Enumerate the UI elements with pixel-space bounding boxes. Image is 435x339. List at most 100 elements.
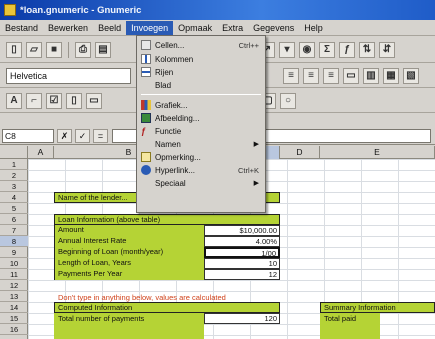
- menu-bestand[interactable]: Bestand: [0, 21, 43, 35]
- percent-format-icon[interactable]: ▦: [383, 67, 399, 84]
- equals-icon[interactable]: =: [93, 129, 108, 143]
- row-header[interactable]: 16: [0, 324, 28, 335]
- row-header[interactable]: 12: [0, 280, 28, 291]
- select-all-corner[interactable]: [0, 146, 28, 159]
- menu-item-hyperlink[interactable]: Hyperlink... Ctrl+K: [139, 164, 263, 176]
- menu-item-function[interactable]: ƒ Functie: [139, 125, 263, 137]
- sort-icon[interactable]: ⇅: [359, 41, 375, 58]
- save-icon[interactable]: ■: [46, 41, 62, 58]
- sort-desc-icon[interactable]: ⇵: [379, 41, 395, 58]
- menu-item-label: Namen: [155, 139, 181, 149]
- summary-header-text: Summary Information: [324, 303, 396, 312]
- row-header-selected[interactable]: 8: [0, 236, 28, 247]
- row-header[interactable]: 3: [0, 181, 28, 192]
- row-header[interactable]: 13: [0, 291, 28, 302]
- loan-value-amount[interactable]: $10,000.00: [204, 225, 280, 236]
- menu-opmaak[interactable]: Opmaak: [173, 21, 217, 35]
- font-name-select[interactable]: Helvetica: [6, 67, 131, 84]
- menu-item-shortcut: Ctrl+K: [237, 165, 259, 175]
- globe-icon[interactable]: ◉: [299, 41, 315, 58]
- menu-item-label: Afbeelding...: [155, 113, 200, 123]
- gnumeric-app-icon: [4, 4, 16, 16]
- loan-label-payments: Payments Per Year: [58, 269, 123, 278]
- menu-bar: Bestand Bewerken Beeld Invoegen Opmaak E…: [0, 20, 435, 36]
- submenu-arrow-icon: ▶: [253, 180, 259, 187]
- sheet-icon: [141, 80, 151, 90]
- computed-value-total[interactable]: 120: [204, 313, 280, 324]
- align-center-icon[interactable]: ≡: [303, 67, 319, 84]
- loan-value-rate[interactable]: 4.00%: [204, 236, 280, 247]
- row-header[interactable]: 1: [0, 159, 28, 170]
- computed-header-text: Computed Information: [58, 303, 133, 312]
- row-headers: 1 2 3 4 5 6 7 8 9 10 11 12 13 14 15 16: [0, 159, 28, 339]
- loan-info-header-text: Loan Information (above table): [58, 215, 161, 224]
- menu-item-label: Cellen...: [155, 40, 185, 50]
- loan-label-begin: Beginning of Loan (month/year): [58, 247, 164, 256]
- row-header[interactable]: 10: [0, 258, 28, 269]
- column-header-a[interactable]: A: [28, 146, 54, 159]
- menu-item-special[interactable]: Speciaal ▶: [139, 177, 263, 189]
- row-header[interactable]: 7: [0, 225, 28, 236]
- menu-item-cells[interactable]: Cellen... Ctrl++: [139, 39, 263, 51]
- open-folder-icon[interactable]: ▱: [26, 41, 42, 58]
- row-header[interactable]: 15: [0, 313, 28, 324]
- row-header[interactable]: 2: [0, 170, 28, 181]
- menu-item-label: Functie: [155, 126, 182, 136]
- sum-icon[interactable]: Σ: [319, 41, 335, 58]
- loan-value-length[interactable]: 10: [204, 258, 280, 269]
- align-left-icon[interactable]: ≡: [283, 67, 299, 84]
- loan-value-begin[interactable]: 1/00: [204, 247, 280, 258]
- button-icon[interactable]: ▭: [86, 92, 102, 109]
- scrollbar-icon[interactable]: ▯: [66, 92, 82, 109]
- loan-label-length: Length of Loan, Years: [58, 258, 131, 267]
- column-header-e[interactable]: E: [320, 146, 435, 159]
- menu-gegevens[interactable]: Gegevens: [248, 21, 299, 35]
- cancel-entry-icon[interactable]: ✗: [57, 129, 72, 143]
- computed-label-total: Total number of payments: [58, 314, 145, 323]
- cells-icon: [141, 40, 151, 50]
- dropdown-arrow-icon[interactable]: ▾: [279, 41, 295, 58]
- print-preview-icon[interactable]: ▤: [95, 41, 111, 58]
- menu-item-image[interactable]: Afbeelding...: [139, 112, 263, 124]
- ellipse-icon[interactable]: ○: [280, 92, 296, 109]
- menu-item-chart[interactable]: Grafiek...: [139, 99, 263, 111]
- menu-invoegen[interactable]: Invoegen: [126, 20, 174, 35]
- menu-item-label: Speciaal: [155, 178, 186, 188]
- menu-item-columns[interactable]: Kolommen: [139, 53, 263, 65]
- thousands-format-icon[interactable]: ▧: [403, 67, 419, 84]
- label-icon[interactable]: ⌐: [26, 92, 42, 109]
- window-title: *loan.gnumeric - Gnumeric: [20, 4, 142, 16]
- menu-item-names[interactable]: Namen ▶: [139, 138, 263, 150]
- comment-icon: [141, 152, 151, 162]
- currency-format-icon[interactable]: ▥: [363, 67, 379, 84]
- cell-reference-field[interactable]: C8: [2, 129, 54, 143]
- loan-value-payments[interactable]: 12: [204, 269, 280, 280]
- menu-item-rows[interactable]: Rijen: [139, 66, 263, 78]
- menu-item-label: Opmerking...: [155, 152, 201, 162]
- row-header[interactable]: 6: [0, 214, 28, 225]
- menu-help[interactable]: Help: [299, 21, 328, 35]
- row-header[interactable]: 4: [0, 192, 28, 203]
- accept-entry-icon[interactable]: ✓: [75, 129, 90, 143]
- rows-icon: [141, 67, 151, 77]
- row-header[interactable]: 9: [0, 247, 28, 258]
- align-right-icon[interactable]: ≡: [323, 67, 339, 84]
- row-header[interactable]: 14: [0, 302, 28, 313]
- menu-item-shortcut: Ctrl++: [238, 40, 259, 50]
- menu-extra[interactable]: Extra: [217, 21, 248, 35]
- row-header[interactable]: 11: [0, 269, 28, 280]
- column-header-d[interactable]: D: [280, 146, 320, 159]
- merge-cells-icon[interactable]: ▭: [343, 67, 359, 84]
- print-icon[interactable]: ⎙: [75, 41, 91, 58]
- function-wizard-icon[interactable]: ƒ: [339, 41, 355, 58]
- new-file-icon[interactable]: ▯: [6, 41, 22, 58]
- menu-beeld[interactable]: Beeld: [93, 21, 126, 35]
- menu-bewerken[interactable]: Bewerken: [43, 21, 93, 35]
- pointer-icon[interactable]: A: [6, 92, 22, 109]
- row-header[interactable]: 5: [0, 203, 28, 214]
- checkbox-icon[interactable]: ☑: [46, 92, 62, 109]
- menu-item-comment[interactable]: Opmerking...: [139, 151, 263, 163]
- menu-item-sheet[interactable]: Blad: [139, 79, 263, 91]
- names-icon: [141, 139, 151, 149]
- title-bar: *loan.gnumeric - Gnumeric: [0, 0, 435, 20]
